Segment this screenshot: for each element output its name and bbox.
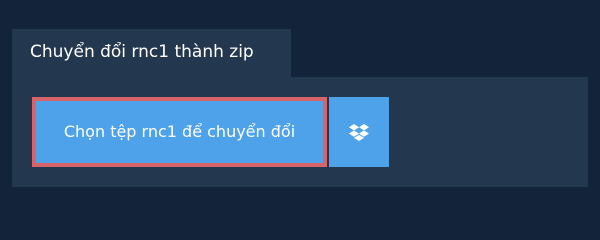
- converter-tab: Chuyển đổi rnc1 thành zip: [12, 29, 291, 77]
- choose-file-button[interactable]: Chọn tệp rnc1 để chuyển đổi: [32, 97, 327, 167]
- tab-title: Chuyển đổi rnc1 thành zip: [30, 42, 254, 62]
- choose-file-button-label: Chọn tệp rnc1 để chuyển đổi: [63, 122, 296, 141]
- dropbox-icon: [349, 123, 369, 141]
- dropbox-button[interactable]: [329, 97, 389, 167]
